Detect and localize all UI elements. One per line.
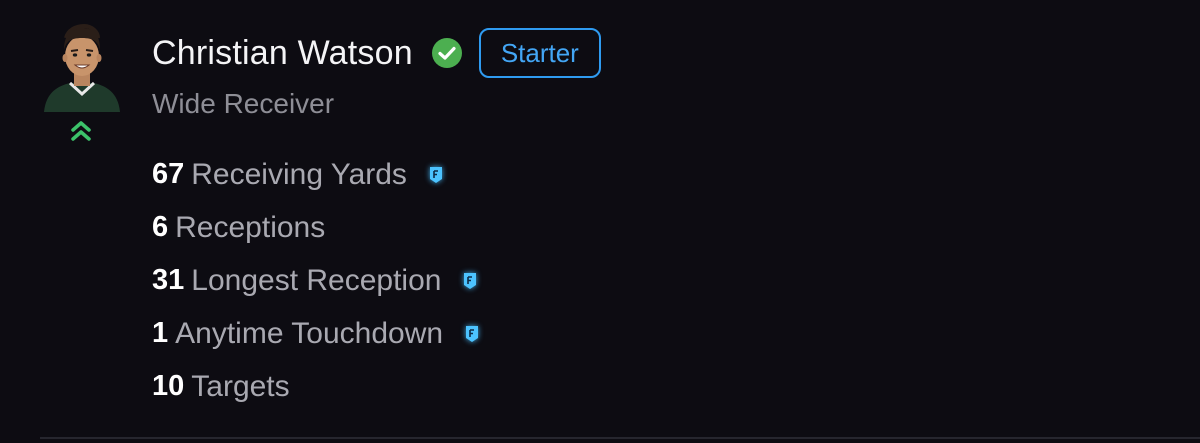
boost-icon (463, 272, 477, 290)
stat-value: 31 (152, 264, 185, 296)
stat-label: Longest Reception (191, 263, 442, 297)
player-card: Christian Watson Starter Wide Receiver 6… (0, 0, 1200, 443)
stat-value: 67 (152, 158, 185, 190)
starter-badge: Starter (478, 28, 601, 78)
stat-value: 10 (152, 370, 185, 402)
player-avatar[interactable] (40, 20, 124, 112)
stat-label: Receiving Yards (191, 157, 407, 191)
divider (40, 437, 1200, 439)
stat-label: Anytime Touchdown (175, 316, 444, 350)
stat-row-anytime-touchdown[interactable]: 1 Anytime Touchdown (152, 307, 479, 360)
stat-label: Targets (191, 369, 290, 403)
stat-row-receptions[interactable]: 6 Receptions (152, 201, 479, 254)
stat-row-receiving-yards[interactable]: 67 Receiving Yards (152, 148, 479, 201)
stats-list: 67 Receiving Yards 6 Receptions 31 Longe… (152, 148, 479, 413)
check-circle-icon (431, 37, 463, 69)
player-name[interactable]: Christian Watson (152, 34, 413, 73)
avatar-illustration (44, 23, 120, 112)
stat-label: Receptions (175, 210, 326, 244)
boost-icon (429, 166, 443, 184)
stat-row-longest-reception[interactable]: 31 Longest Reception (152, 254, 479, 307)
stat-value: 1 (152, 317, 169, 349)
player-header: Christian Watson Starter (152, 24, 601, 82)
stat-row-targets[interactable]: 10 Targets (152, 360, 479, 413)
stat-value: 6 (152, 211, 169, 243)
double-chevron-up-icon (68, 118, 94, 144)
boost-icon (465, 325, 479, 343)
player-position: Wide Receiver (152, 88, 335, 119)
